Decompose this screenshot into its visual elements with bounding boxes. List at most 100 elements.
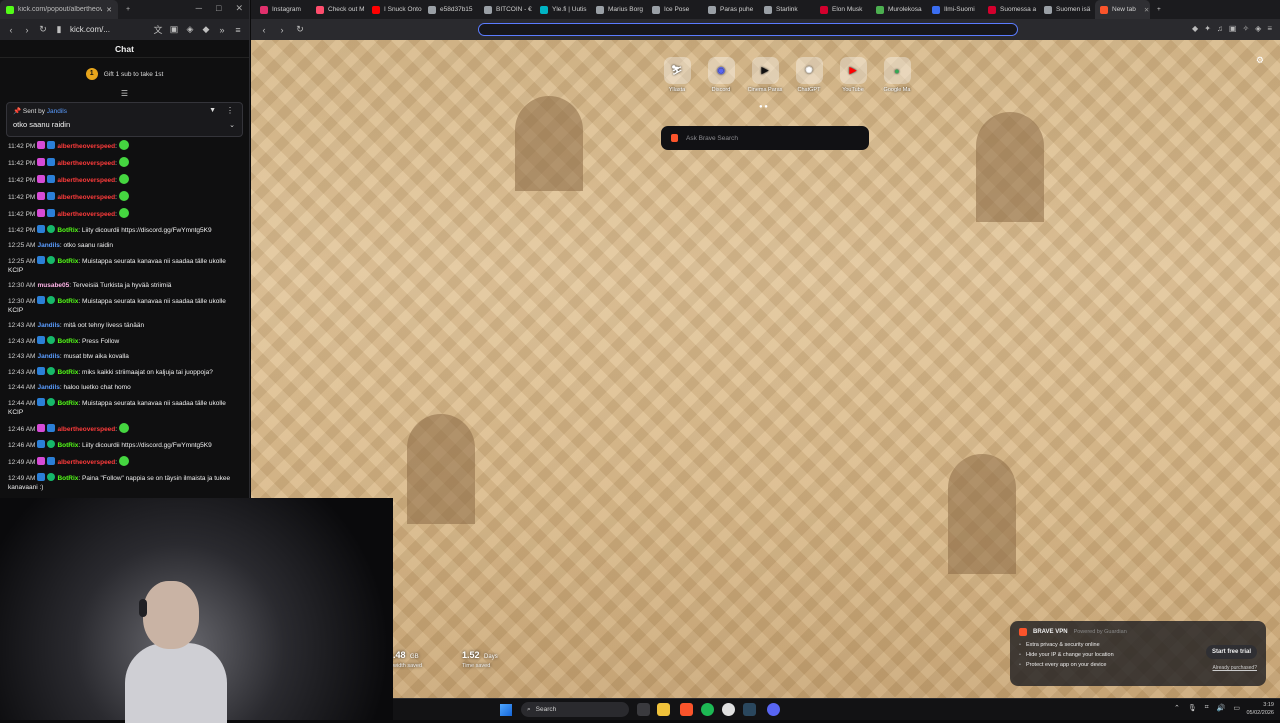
browser-tab[interactable]: Ice Pose xyxy=(647,0,702,19)
taskbar-search[interactable]: ⌕ Search xyxy=(521,702,629,717)
volume-icon[interactable]: 🔊 xyxy=(1217,704,1226,712)
browser-tab[interactable]: New tab ✕ xyxy=(1095,0,1150,19)
top-site-tile[interactable]: ▶ YouTube xyxy=(835,57,871,93)
search-icon: ⌕ xyxy=(527,705,531,713)
message-username[interactable]: Jandils xyxy=(37,353,59,360)
collapse-handle-icon[interactable]: ☰ xyxy=(0,90,249,100)
top-site-tile[interactable]: ✺ ChatGPT xyxy=(791,57,827,93)
music-icon[interactable]: ♫ xyxy=(1217,24,1223,33)
gift-sub-banner[interactable]: 1 Gift 1 sub to take 1st xyxy=(0,58,249,90)
chrome-icon[interactable] xyxy=(722,703,735,716)
extension-icon[interactable]: ◆ xyxy=(1192,24,1198,33)
message-username[interactable]: Jandils xyxy=(37,242,59,249)
puzzle-icon[interactable]: ✦ xyxy=(1204,24,1211,33)
menu-icon[interactable]: ≡ xyxy=(233,25,243,35)
message-username[interactable]: BotRix xyxy=(57,338,78,345)
new-tab-icon[interactable]: + xyxy=(126,6,130,13)
close-icon[interactable]: ✕ xyxy=(106,6,112,14)
task-view-icon[interactable] xyxy=(637,703,650,716)
windows-start-icon[interactable] xyxy=(500,704,512,716)
extension-icon[interactable]: ◈ xyxy=(185,24,195,35)
message-username[interactable]: BotRix xyxy=(57,298,78,305)
browser-tab[interactable]: Suomen isä xyxy=(1039,0,1094,19)
pinned-user[interactable]: Jandils xyxy=(47,108,67,115)
shield-icon[interactable]: ◆ xyxy=(201,24,211,35)
browser-tab[interactable]: Marius Borg xyxy=(591,0,646,19)
browser-tab[interactable]: Elon Musk xyxy=(815,0,870,19)
message-username[interactable]: Jandils xyxy=(37,322,59,329)
message-username[interactable]: BotRix xyxy=(57,475,78,482)
reload-icon[interactable]: ↻ xyxy=(38,24,48,35)
back-icon[interactable]: ‹ xyxy=(6,25,16,35)
chevron-down-icon[interactable]: ⌄ xyxy=(229,121,235,129)
brave-search-box[interactable]: Ask Brave Search xyxy=(661,126,869,150)
menu-icon[interactable]: ≡ xyxy=(1267,24,1272,33)
message-username[interactable]: BotRix xyxy=(57,227,78,234)
network-icon[interactable]: ⌗ xyxy=(1205,704,1209,712)
popup-url[interactable]: kick.com/... xyxy=(70,25,147,34)
more-options-icon[interactable]: ⋮ xyxy=(226,106,234,115)
maximize-icon[interactable]: □ xyxy=(216,3,221,14)
wallet-icon[interactable]: ▣ xyxy=(1229,24,1237,33)
battery-icon[interactable]: ▭ xyxy=(1233,704,1240,712)
reload-icon[interactable]: ↻ xyxy=(295,24,305,35)
message-username[interactable]: albertheoverspeed xyxy=(57,194,115,201)
mic-icon[interactable]: 🎙 xyxy=(1188,704,1197,712)
message-username[interactable]: Jandils xyxy=(37,384,59,391)
top-site-tile[interactable]: ⛷ Yllasta xyxy=(659,57,695,93)
forward-icon[interactable]: › xyxy=(277,25,287,35)
browser-tab[interactable]: Starlink xyxy=(759,0,814,19)
steam-icon[interactable] xyxy=(743,703,756,716)
message-username[interactable]: albertheoverspeed xyxy=(57,160,115,167)
discord-icon[interactable] xyxy=(767,703,780,716)
message-username[interactable]: albertheoverspeed xyxy=(57,426,115,433)
forward-icon[interactable]: › xyxy=(22,25,32,35)
spotify-icon[interactable] xyxy=(701,703,714,716)
new-tab-icon[interactable]: + xyxy=(1157,6,1161,13)
top-site-tile[interactable]: ● Google Ma xyxy=(879,57,915,93)
pagination-dots[interactable]: ● ● xyxy=(759,104,768,110)
message-username[interactable]: BotRix xyxy=(57,258,78,265)
start-free-trial-button[interactable]: Start free trial xyxy=(1205,645,1257,659)
message-username[interactable]: albertheoverspeed xyxy=(57,177,115,184)
browser-tab[interactable]: Ilmi-Suomi xyxy=(927,0,982,19)
picture-in-picture-icon[interactable]: ▣ xyxy=(169,24,179,35)
more-icon[interactable]: » xyxy=(217,25,227,35)
browser-tab[interactable]: BITCOIN - € xyxy=(479,0,534,19)
browser-tab[interactable]: e58d37b15 xyxy=(423,0,478,19)
window-close-icon[interactable]: ✕ xyxy=(235,3,243,14)
browser-tab[interactable]: Check out M xyxy=(311,0,366,19)
browser-tab[interactable]: Paras puhe xyxy=(703,0,758,19)
address-bar[interactable] xyxy=(478,23,1018,36)
message-username[interactable]: BotRix xyxy=(57,369,78,376)
pin-icon[interactable]: ▼ xyxy=(209,107,216,114)
top-site-tile[interactable]: ▶ Cinema Paras xyxy=(747,57,783,93)
top-site-tile[interactable]: ◉ Discord xyxy=(703,57,739,93)
file-explorer-icon[interactable] xyxy=(657,703,670,716)
browser-tab[interactable]: Murolekosa xyxy=(871,0,926,19)
message-username[interactable]: BotRix xyxy=(57,400,78,407)
leo-icon[interactable]: ✧ xyxy=(1242,24,1249,33)
minimize-icon[interactable]: ─ xyxy=(196,3,202,14)
browser-tab[interactable]: Suomessa a xyxy=(983,0,1038,19)
message-username[interactable]: BotRix xyxy=(57,442,78,449)
translate-icon[interactable]: 文 xyxy=(153,23,163,36)
message-username[interactable]: albertheoverspeed xyxy=(57,211,115,218)
browser-tab[interactable]: I Snuck Onto xyxy=(367,0,422,19)
back-icon[interactable]: ‹ xyxy=(259,25,269,35)
vpn-icon[interactable]: ◈ xyxy=(1255,24,1261,33)
chevron-up-icon[interactable]: ⌃ xyxy=(1174,704,1180,712)
bookmark-icon[interactable]: ▮ xyxy=(54,24,64,35)
message-username[interactable]: albertheoverspeed xyxy=(57,459,115,466)
browser-tab[interactable]: Yle.fi | Uutis xyxy=(535,0,590,19)
message-username[interactable]: albertheoverspeed xyxy=(57,143,115,150)
brave-browser-icon[interactable] xyxy=(680,703,693,716)
popup-tab[interactable]: kick.com/popout/albertheovers ✕ xyxy=(0,0,118,19)
pink-badge-icon xyxy=(37,141,46,149)
clock[interactable]: 3:19 05/02/2026 xyxy=(1246,701,1274,717)
already-purchased-link[interactable]: Already purchased? xyxy=(1213,665,1257,671)
settings-gear-icon[interactable]: ⚙ xyxy=(1256,55,1264,66)
browser-tab[interactable]: Instagram xyxy=(255,0,310,19)
close-tab-icon[interactable]: ✕ xyxy=(1144,6,1149,14)
message-username[interactable]: musabe05 xyxy=(37,282,69,289)
